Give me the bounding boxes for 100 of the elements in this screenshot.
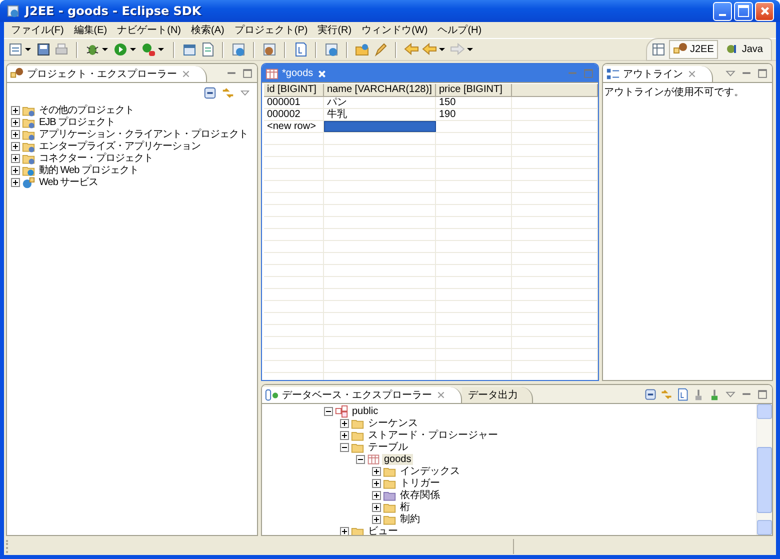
- expand-toggle-icon[interactable]: [372, 490, 381, 500]
- tree-item[interactable]: その他のプロジェクト: [37, 103, 136, 117]
- close-icon[interactable]: [316, 68, 328, 80]
- table-icon: [265, 66, 279, 80]
- outline-message: アウトラインが使用不可です。: [604, 87, 744, 98]
- dropdown-caret-icon[interactable]: [25, 48, 31, 51]
- expand-toggle-icon[interactable]: [372, 478, 381, 488]
- open-perspective-icon[interactable]: [650, 42, 666, 57]
- menu-item[interactable]: ナビゲート(N): [112, 23, 186, 37]
- expand-toggle-icon[interactable]: [11, 154, 20, 162]
- open-folder-icon[interactable]: [355, 42, 370, 57]
- close-icon[interactable]: [686, 68, 698, 80]
- tree-item[interactable]: ストアード・プロシージャー: [366, 428, 500, 442]
- folder-icon: [22, 176, 35, 188]
- save-icon[interactable]: [36, 42, 51, 57]
- back-icon[interactable]: [404, 42, 419, 57]
- close-button[interactable]: [755, 2, 774, 20]
- expand-toggle-icon[interactable]: [340, 418, 349, 428]
- tree-item[interactable]: コネクター・プロジェクト: [37, 151, 155, 165]
- tree-item[interactable]: EJB プロジェクト: [37, 115, 118, 129]
- expand-toggle-icon[interactable]: [340, 526, 349, 535]
- app-icon: [6, 4, 20, 18]
- column-header[interactable]: name [VARCHAR(128)]: [324, 84, 436, 96]
- dropdown-caret-icon[interactable]: [439, 48, 445, 51]
- menu-item[interactable]: 実行(R): [312, 23, 357, 37]
- expand-toggle-icon[interactable]: [11, 118, 20, 126]
- perspective-button[interactable]: J2EE: [668, 40, 718, 59]
- dropdown-caret-icon[interactable]: [467, 48, 473, 51]
- expand-toggle-icon[interactable]: [372, 514, 381, 524]
- collapse-toggle-icon[interactable]: [356, 454, 365, 464]
- view-tab[interactable]: アウトライン: [603, 66, 713, 82]
- schema-icon: [335, 404, 348, 418]
- table-cell: 牛乳: [324, 109, 436, 120]
- collapse-toggle-icon[interactable]: [340, 442, 349, 452]
- expand-toggle-icon[interactable]: [11, 142, 20, 150]
- tree-item[interactable]: トリガー: [398, 476, 442, 490]
- perspective-button[interactable]: Java: [720, 40, 767, 59]
- table-cell: 000001: [264, 97, 324, 108]
- scroll-thumb[interactable]: [757, 447, 772, 513]
- open-type-icon[interactable]: [293, 42, 308, 57]
- new-window-icon[interactable]: [182, 42, 197, 57]
- globe-icon[interactable]: [324, 42, 339, 57]
- tree-item[interactable]: シーケンス: [366, 416, 420, 430]
- open-editor-icon[interactable]: [676, 388, 689, 400]
- tree-item[interactable]: テーブル: [366, 440, 410, 454]
- expand-toggle-icon[interactable]: [372, 502, 381, 512]
- table-cell: パン: [324, 97, 436, 108]
- collapse-toggle-icon[interactable]: [324, 406, 333, 416]
- tree-item[interactable]: 制約: [398, 512, 422, 526]
- dropdown-caret-icon[interactable]: [130, 48, 136, 51]
- close-icon[interactable]: [180, 68, 192, 80]
- vertical-scrollbar[interactable]: [756, 404, 772, 535]
- minimize-button[interactable]: [713, 2, 732, 20]
- expand-toggle-icon[interactable]: [11, 166, 20, 174]
- tree-item[interactable]: Web サービス: [37, 175, 100, 189]
- collapse-all-icon[interactable]: [203, 86, 217, 100]
- tree-item[interactable]: 動的 Web プロジェクト: [37, 163, 140, 177]
- edit-icon[interactable]: [200, 42, 215, 57]
- menu-item[interactable]: ファイル(F): [6, 23, 69, 37]
- close-icon[interactable]: [435, 389, 447, 401]
- tree-item[interactable]: 依存関係: [398, 488, 442, 502]
- menu-item[interactable]: プロジェクト(P): [229, 23, 313, 37]
- maximize-icon[interactable]: [241, 66, 254, 80]
- tree-item[interactable]: インデックス: [398, 464, 462, 478]
- server-icon[interactable]: [231, 42, 246, 57]
- column-header[interactable]: price [BIGINT]: [436, 84, 512, 96]
- maximize-icon[interactable]: [756, 66, 769, 80]
- view-tab[interactable]: データ出力: [462, 387, 533, 403]
- tree-item[interactable]: ビュー: [366, 524, 400, 535]
- dropdown-caret-icon[interactable]: [158, 48, 164, 51]
- tree-item[interactable]: public: [350, 406, 380, 416]
- menu-item[interactable]: 検索(A): [186, 23, 230, 37]
- new-icon[interactable]: [8, 42, 23, 57]
- outline-icon: [606, 67, 620, 81]
- tree-item[interactable]: 桁: [398, 500, 412, 514]
- maximize-icon[interactable]: [756, 388, 769, 400]
- database-explorer-icon: [265, 388, 279, 402]
- menu-item[interactable]: ウィンドウ(W): [356, 23, 433, 37]
- expand-toggle-icon[interactable]: [11, 130, 20, 138]
- pencil-icon[interactable]: [373, 42, 388, 57]
- menu-item[interactable]: ヘルプ(H): [432, 23, 487, 37]
- cell-editor-field[interactable]: [324, 121, 436, 132]
- external-tools-icon[interactable]: [141, 42, 156, 57]
- tree-item[interactable]: goods: [382, 454, 414, 464]
- maximize-button[interactable]: [734, 2, 753, 20]
- collapse-all-icon[interactable]: [644, 388, 657, 400]
- view-tab[interactable]: プロジェクト・エクスプローラー: [7, 66, 207, 82]
- package-icon[interactable]: [262, 42, 277, 57]
- expand-toggle-icon[interactable]: [11, 178, 20, 186]
- column-header[interactable]: id [BIGINT]: [264, 84, 324, 96]
- dropdown-caret-icon[interactable]: [102, 48, 108, 51]
- run-icon[interactable]: [113, 42, 128, 57]
- view-tab[interactable]: データベース・エクスプローラー: [262, 387, 462, 403]
- menu-item[interactable]: 編集(E): [68, 23, 112, 37]
- expand-toggle-icon[interactable]: [11, 106, 20, 114]
- expand-toggle-icon[interactable]: [340, 430, 349, 440]
- tree-item[interactable]: アプリケーション・クライアント・プロジェクト: [37, 127, 250, 141]
- tree-item[interactable]: エンタープライズ・アプリケーション: [37, 139, 202, 153]
- expand-toggle-icon[interactable]: [372, 466, 381, 476]
- debug-icon[interactable]: [85, 42, 100, 57]
